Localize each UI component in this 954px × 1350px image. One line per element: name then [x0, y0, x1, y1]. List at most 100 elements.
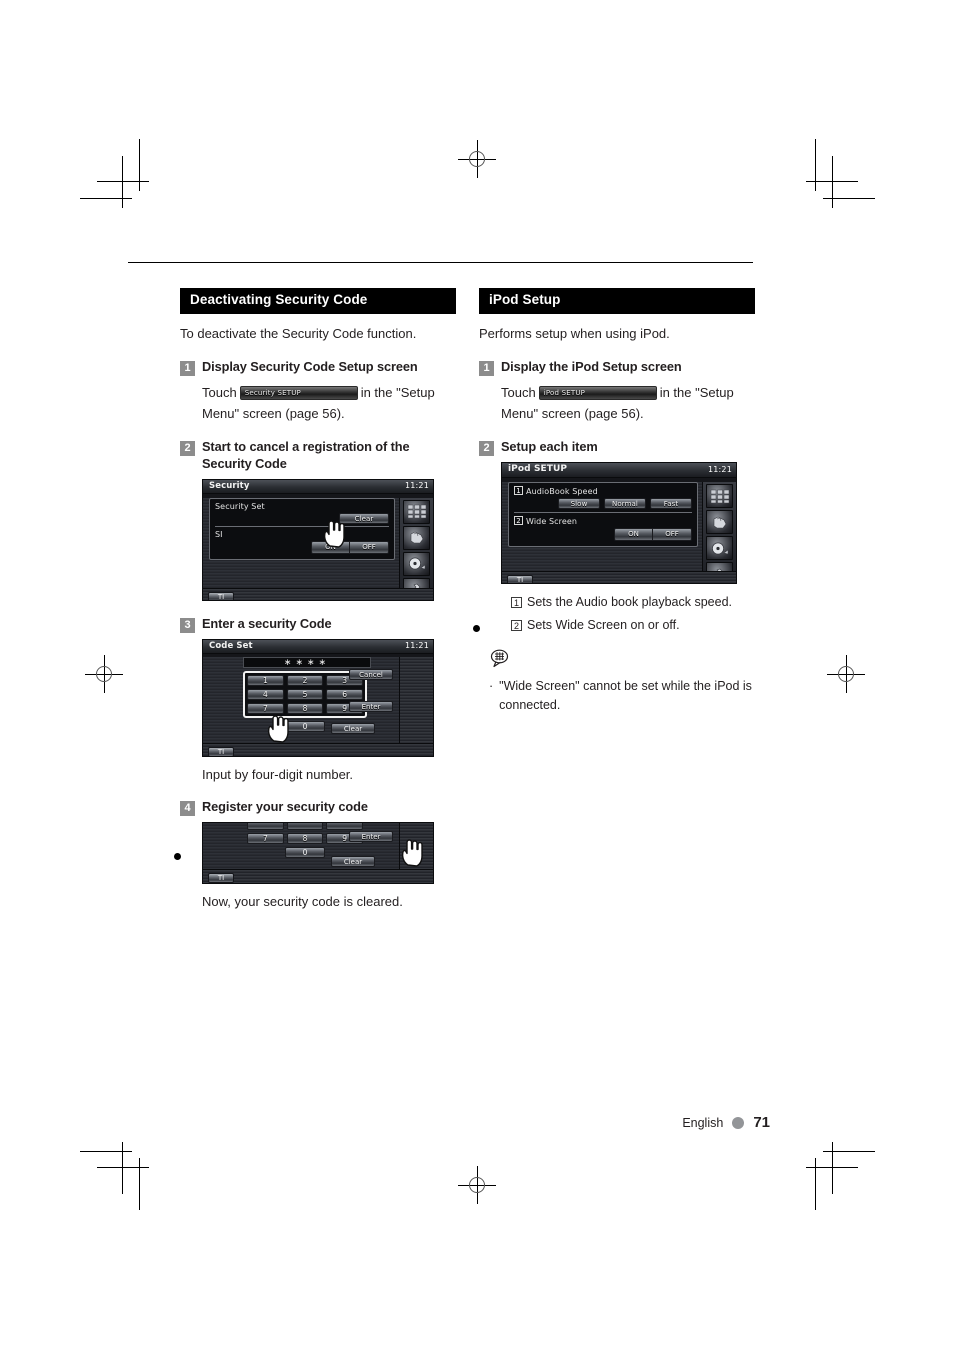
right-step-2-title: Setup each item — [501, 439, 598, 455]
security-screen-footer: TI — [203, 587, 433, 600]
ipod-setup-footer: TI — [502, 571, 736, 584]
audiobook-speed-normal-button[interactable]: Normal — [604, 498, 646, 510]
wide-screen-on-off-segment[interactable]: ON OFF — [614, 528, 692, 542]
hand-pointer-icon[interactable] — [403, 525, 430, 550]
code-set-titlebar: Code Set 11:21 — [203, 639, 433, 654]
crop-mark-top-left-horizontal-outer — [80, 198, 132, 199]
registration-mark-right — [827, 655, 865, 693]
ipod-setup-icon-sidebar — [702, 482, 736, 584]
left-step-3-number: 3 — [180, 617, 195, 633]
left-step-1-touch-prefix: Touch — [202, 384, 237, 400]
ipod-item-note-2: 2 Sets Wide Screen on or off. — [511, 615, 755, 636]
wide-screen-row-number: 2 — [514, 516, 523, 526]
crop-mark-bottom-right-horizontal-outer — [823, 1151, 875, 1152]
security-screen-titlebar: Security 11:21 — [203, 479, 433, 494]
ipod-item-note-1-text: Sets the Audio book playback speed. — [527, 595, 733, 610]
left-step-1-body: Touch Security SETUP in the "Setup Menu" s… — [202, 383, 456, 424]
right-step-1-touch-prefix: Touch — [501, 384, 536, 400]
left-step-1-number: 1 — [180, 360, 195, 376]
left-step-4-title: Register your security code — [202, 799, 368, 815]
keypad-key-2[interactable]: 2 — [286, 674, 324, 686]
keypad-key-0[interactable]: 0 — [285, 720, 325, 732]
code-set-enter-button[interactable]: Enter — [349, 700, 393, 712]
keypad-key-4[interactable]: 4 — [247, 688, 284, 700]
si-row: SI ON OFF — [215, 525, 389, 554]
register-key-8[interactable]: 8 — [286, 833, 324, 845]
register-key-4-partial[interactable] — [247, 823, 284, 831]
keypad-key-5[interactable]: 5 — [286, 688, 324, 700]
audiobook-speed-row-number: 1 — [514, 486, 523, 496]
registration-mark-bottom — [458, 1166, 496, 1204]
keypad-key-6[interactable]: 6 — [326, 688, 364, 700]
register-key-6-partial[interactable] — [326, 823, 364, 831]
security-setup-key-label: Security SETUP — [244, 388, 301, 397]
security-setup-key-graphic[interactable]: Security SETUP — [239, 385, 358, 400]
crop-mark-bottom-right-vertical — [815, 1158, 816, 1210]
audiobook-speed-slow-button[interactable]: Slow — [558, 498, 600, 510]
wide-screen-on-button[interactable]: ON — [615, 529, 653, 541]
section-header-deactivating-security-code: Deactivating Security Code — [180, 288, 456, 314]
crop-mark-bottom-left-vertical-outer — [122, 1142, 123, 1194]
code-set-ti-button[interactable]: TI — [208, 746, 234, 756]
register-icon-sidebar — [399, 823, 433, 870]
ipod-setup-key-graphic[interactable]: iPod SETUP — [538, 385, 657, 400]
right-step-2: 2 Setup each item iPod SETUP 11:21 1 Audi… — [479, 439, 755, 715]
si-on-button[interactable]: ON — [312, 541, 350, 553]
left-intro-text: To deactivate the Security Code function… — [180, 325, 417, 341]
keypad-key-1[interactable]: 1 — [247, 674, 284, 686]
code-set-title: Code Set — [209, 640, 253, 651]
registration-mark-top — [458, 140, 496, 178]
footer-language: English — [682, 1115, 724, 1130]
si-on-off-segment[interactable]: ON OFF — [311, 540, 389, 554]
security-screen-title: Security — [209, 480, 250, 491]
audiobook-speed-row: 1 AudioBook Speed Slow Normal Fast — [514, 486, 692, 510]
keypad-key-8[interactable]: 8 — [286, 702, 324, 714]
ipod-setup-ti-button[interactable]: TI — [507, 575, 533, 584]
keypad-row-3: 7 8 9 — [247, 702, 364, 714]
right-step-1-header: 1 Display the iPod Setup screen — [479, 359, 755, 376]
disc-audio-icon[interactable] — [706, 536, 733, 561]
right-step-2-header: 2 Setup each item — [479, 439, 755, 457]
ipod-note-row: · "Wide Screen" cannot be set while the … — [489, 677, 755, 715]
source-grid-icon[interactable] — [706, 484, 733, 509]
register-ti-button[interactable]: TI — [208, 873, 234, 884]
page-footer: English 71 — [682, 1114, 770, 1131]
left-step-3-caption: Input by four-digit number. — [202, 766, 354, 782]
hand-pointer-icon[interactable] — [706, 510, 733, 535]
right-step-1-body: Touch iPod SETUP in the "Setup Menu" scree… — [501, 383, 755, 424]
si-button-row: ON OFF — [215, 540, 389, 554]
audiobook-speed-label-wrap: 1 AudioBook Speed — [514, 486, 692, 496]
wide-screen-label-wrap: 2 Wide Screen — [514, 516, 692, 526]
register-clear-button[interactable]: Clear — [331, 856, 375, 868]
wide-screen-row: 2 Wide Screen ON OFF — [514, 512, 692, 542]
register-code-main: 7 8 9 0 Enter Clear — [203, 823, 433, 870]
source-grid-icon[interactable] — [403, 499, 430, 524]
crop-mark-bottom-left-vertical — [139, 1158, 140, 1210]
security-set-button-row: Clear — [215, 512, 389, 524]
si-off-button[interactable]: OFF — [350, 542, 388, 553]
crop-mark-bottom-left-horizontal — [97, 1167, 149, 1168]
register-key-7[interactable]: 7 — [247, 833, 284, 845]
wide-screen-buttons: ON OFF — [514, 528, 692, 542]
audiobook-speed-fast-button[interactable]: Fast — [650, 498, 692, 510]
register-key-5-partial[interactable] — [286, 823, 324, 831]
left-step-1: 1 Display Security Code Setup screen Tou… — [180, 359, 456, 424]
crop-mark-top-left-vertical — [139, 139, 140, 191]
header-rule — [128, 262, 753, 263]
wide-screen-off-button[interactable]: OFF — [653, 529, 691, 540]
keypad-key-7[interactable]: 7 — [247, 702, 284, 714]
code-set-display: ∗∗∗∗ — [243, 656, 371, 668]
ipod-setup-key-label: iPod SETUP — [543, 388, 586, 397]
register-enter-button[interactable]: Enter — [349, 831, 393, 843]
code-set-screen-figure: Code Set 11:21 ∗∗∗∗ 1 2 3 4 5 6 7 8 9 0 … — [202, 638, 434, 757]
footer-page-number: 71 — [753, 1114, 770, 1131]
keypad-row-1: 1 2 3 — [247, 674, 364, 686]
right-step-1-title: Display the iPod Setup screen — [501, 358, 682, 374]
security-ti-button[interactable]: TI — [208, 591, 234, 600]
code-set-clear-button[interactable]: Clear — [331, 722, 375, 734]
register-key-0[interactable]: 0 — [285, 847, 325, 859]
security-set-row: Security Set Clear — [215, 502, 389, 524]
disc-audio-icon[interactable] — [403, 551, 430, 576]
security-clear-button[interactable]: Clear — [339, 512, 389, 524]
code-set-cancel-button[interactable]: Cancel — [349, 668, 393, 680]
